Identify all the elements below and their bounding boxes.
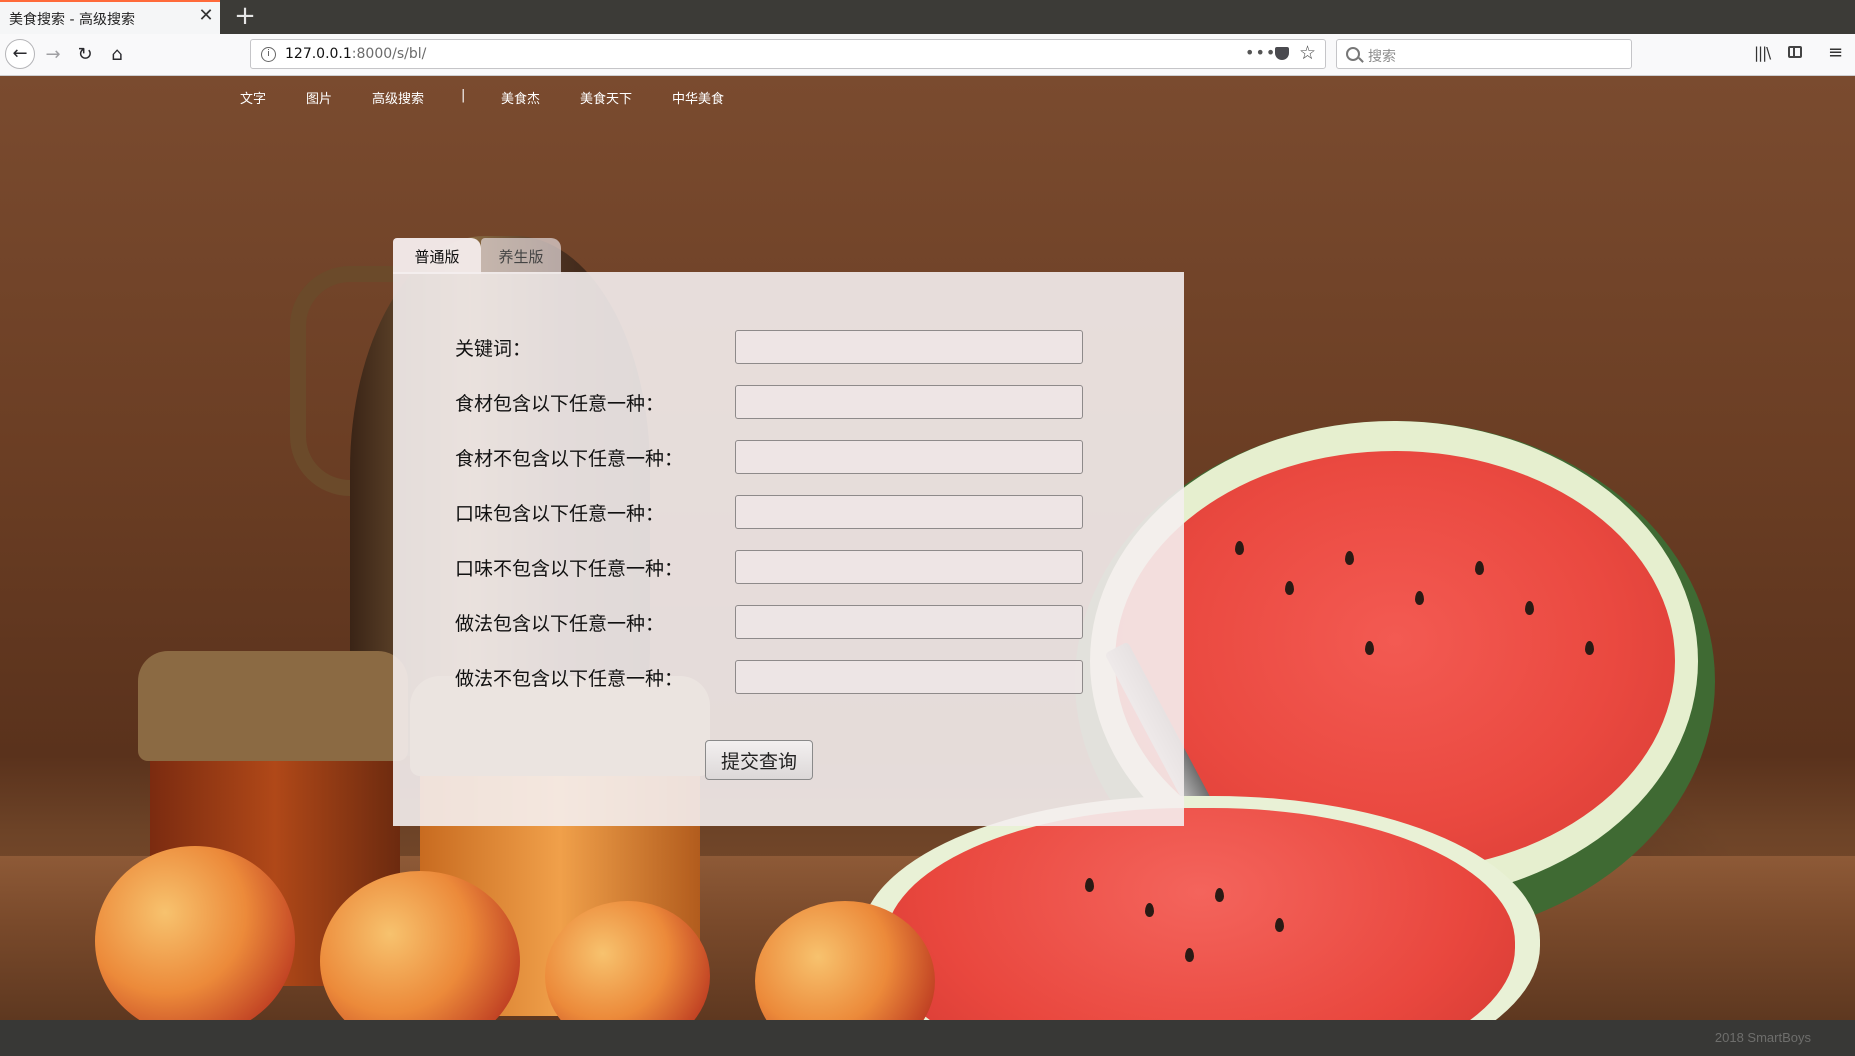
- watermelon-seed: [1235, 541, 1244, 555]
- submit-query-button[interactable]: 提交查询: [705, 740, 813, 780]
- form-row-ingredient-include: 食材包含以下任意一种：: [393, 385, 1184, 419]
- search-bar[interactable]: 搜索: [1336, 39, 1632, 69]
- watermelon-seed: [1585, 641, 1594, 655]
- form-row-flavor-exclude: 口味不包含以下任意一种：: [393, 550, 1184, 584]
- watermelon-seed: [1275, 918, 1284, 932]
- home-icon: ⌂: [111, 44, 123, 65]
- nav-link-advanced-search[interactable]: 高级搜索: [372, 88, 424, 107]
- pocket-icon[interactable]: [1275, 47, 1289, 60]
- method-exclude-input[interactable]: [735, 660, 1083, 694]
- watermelon-seed: [1185, 948, 1194, 962]
- tab-health[interactable]: 养生版: [481, 238, 561, 274]
- watermelon-seed: [1365, 641, 1374, 655]
- browser-tab-active[interactable]: 美食搜索 - 高级搜索 ✕: [0, 0, 220, 34]
- watermelon-seed: [1285, 581, 1294, 595]
- forward-button[interactable]: →: [39, 41, 67, 69]
- url-path: :8000/s/bl/: [351, 46, 427, 62]
- form-row-flavor-include: 口味包含以下任意一种：: [393, 495, 1184, 529]
- footer: 2018 SmartBoys: [0, 1020, 1855, 1056]
- library-icon[interactable]: |||\: [1754, 44, 1771, 62]
- flavor-include-label: 口味包含以下任意一种：: [455, 503, 665, 525]
- back-arrow-icon: ←: [12, 43, 28, 64]
- nav-separator: |: [461, 88, 466, 103]
- method-exclude-label: 做法不包含以下任意一种：: [455, 668, 684, 690]
- form-row-method-exclude: 做法不包含以下任意一种：: [393, 660, 1184, 694]
- nav-link-meishij[interactable]: 美食杰: [501, 88, 540, 107]
- url-text[interactable]: 127.0.0.1:8000/s/bl/: [285, 46, 426, 62]
- search-placeholder: 搜索: [1368, 49, 1396, 65]
- page-viewport: 文字 图片 高级搜索 | 美食杰 美食天下 中华美食 普通版 养生版 关键词： …: [0, 76, 1855, 1020]
- nav-link-images[interactable]: 图片: [306, 88, 332, 107]
- reload-icon: ↻: [77, 44, 93, 65]
- url-bar[interactable]: i 127.0.0.1:8000/s/bl/ ••• ☆: [250, 39, 1326, 69]
- watermelon-seed: [1345, 551, 1354, 565]
- background-jar-left-lid: [138, 651, 408, 761]
- close-tab-icon[interactable]: ✕: [197, 6, 215, 26]
- footer-copyright: 2018 SmartBoys: [1714, 1030, 1811, 1045]
- keyword-input[interactable]: [735, 330, 1083, 364]
- forward-arrow-icon: →: [45, 44, 61, 65]
- form-row-ingredient-exclude: 食材不包含以下任意一种：: [393, 440, 1184, 474]
- back-button[interactable]: ←: [5, 39, 35, 69]
- watermelon-seed: [1475, 561, 1484, 575]
- tab-general[interactable]: 普通版: [393, 238, 481, 274]
- nav-link-text[interactable]: 文字: [240, 88, 266, 107]
- keyword-label: 关键词：: [455, 338, 532, 360]
- bookmark-star-icon[interactable]: ☆: [1299, 42, 1316, 64]
- search-icon: [1346, 47, 1360, 61]
- flavor-exclude-label: 口味不包含以下任意一种：: [455, 558, 684, 580]
- url-host: 127.0.0.1: [285, 46, 352, 62]
- info-icon[interactable]: i: [261, 47, 276, 62]
- advanced-search-form: 关键词： 食材包含以下任意一种： 食材不包含以下任意一种： 口味包含以下任意一种…: [393, 272, 1184, 826]
- sidebar-icon[interactable]: [1788, 46, 1802, 58]
- ingredient-include-label: 食材包含以下任意一种：: [455, 393, 665, 415]
- nav-link-meishichina[interactable]: 美食天下: [580, 88, 632, 107]
- browser-toolbar: ← → ↻ ⌂ i 127.0.0.1:8000/s/bl/ ••• ☆ 搜索 …: [0, 34, 1855, 76]
- flavor-include-input[interactable]: [735, 495, 1083, 529]
- watermelon-seed: [1215, 888, 1224, 902]
- watermelon-seed: [1415, 591, 1424, 605]
- home-button[interactable]: ⌂: [103, 41, 131, 69]
- ingredient-exclude-input[interactable]: [735, 440, 1083, 474]
- form-row-method-include: 做法包含以下任意一种：: [393, 605, 1184, 639]
- method-include-input[interactable]: [735, 605, 1083, 639]
- browser-tab-strip: 美食搜索 - 高级搜索 ✕ +: [0, 0, 1855, 34]
- tab-title: 美食搜索 - 高级搜索: [9, 12, 135, 28]
- new-tab-button[interactable]: +: [232, 2, 258, 30]
- hamburger-menu-icon[interactable]: ≡: [1828, 42, 1843, 63]
- reload-button[interactable]: ↻: [71, 41, 99, 69]
- watermelon-seed: [1085, 878, 1094, 892]
- method-include-label: 做法包含以下任意一种：: [455, 613, 665, 635]
- ingredient-exclude-label: 食材不包含以下任意一种：: [455, 448, 684, 470]
- nav-link-zhonghua-food[interactable]: 中华美食: [672, 88, 724, 107]
- watermelon-seed: [1145, 903, 1154, 917]
- page-actions-icon[interactable]: •••: [1245, 43, 1276, 62]
- form-row-keyword: 关键词：: [393, 330, 1184, 364]
- ingredient-include-input[interactable]: [735, 385, 1083, 419]
- flavor-exclude-input[interactable]: [735, 550, 1083, 584]
- watermelon-seed: [1525, 601, 1534, 615]
